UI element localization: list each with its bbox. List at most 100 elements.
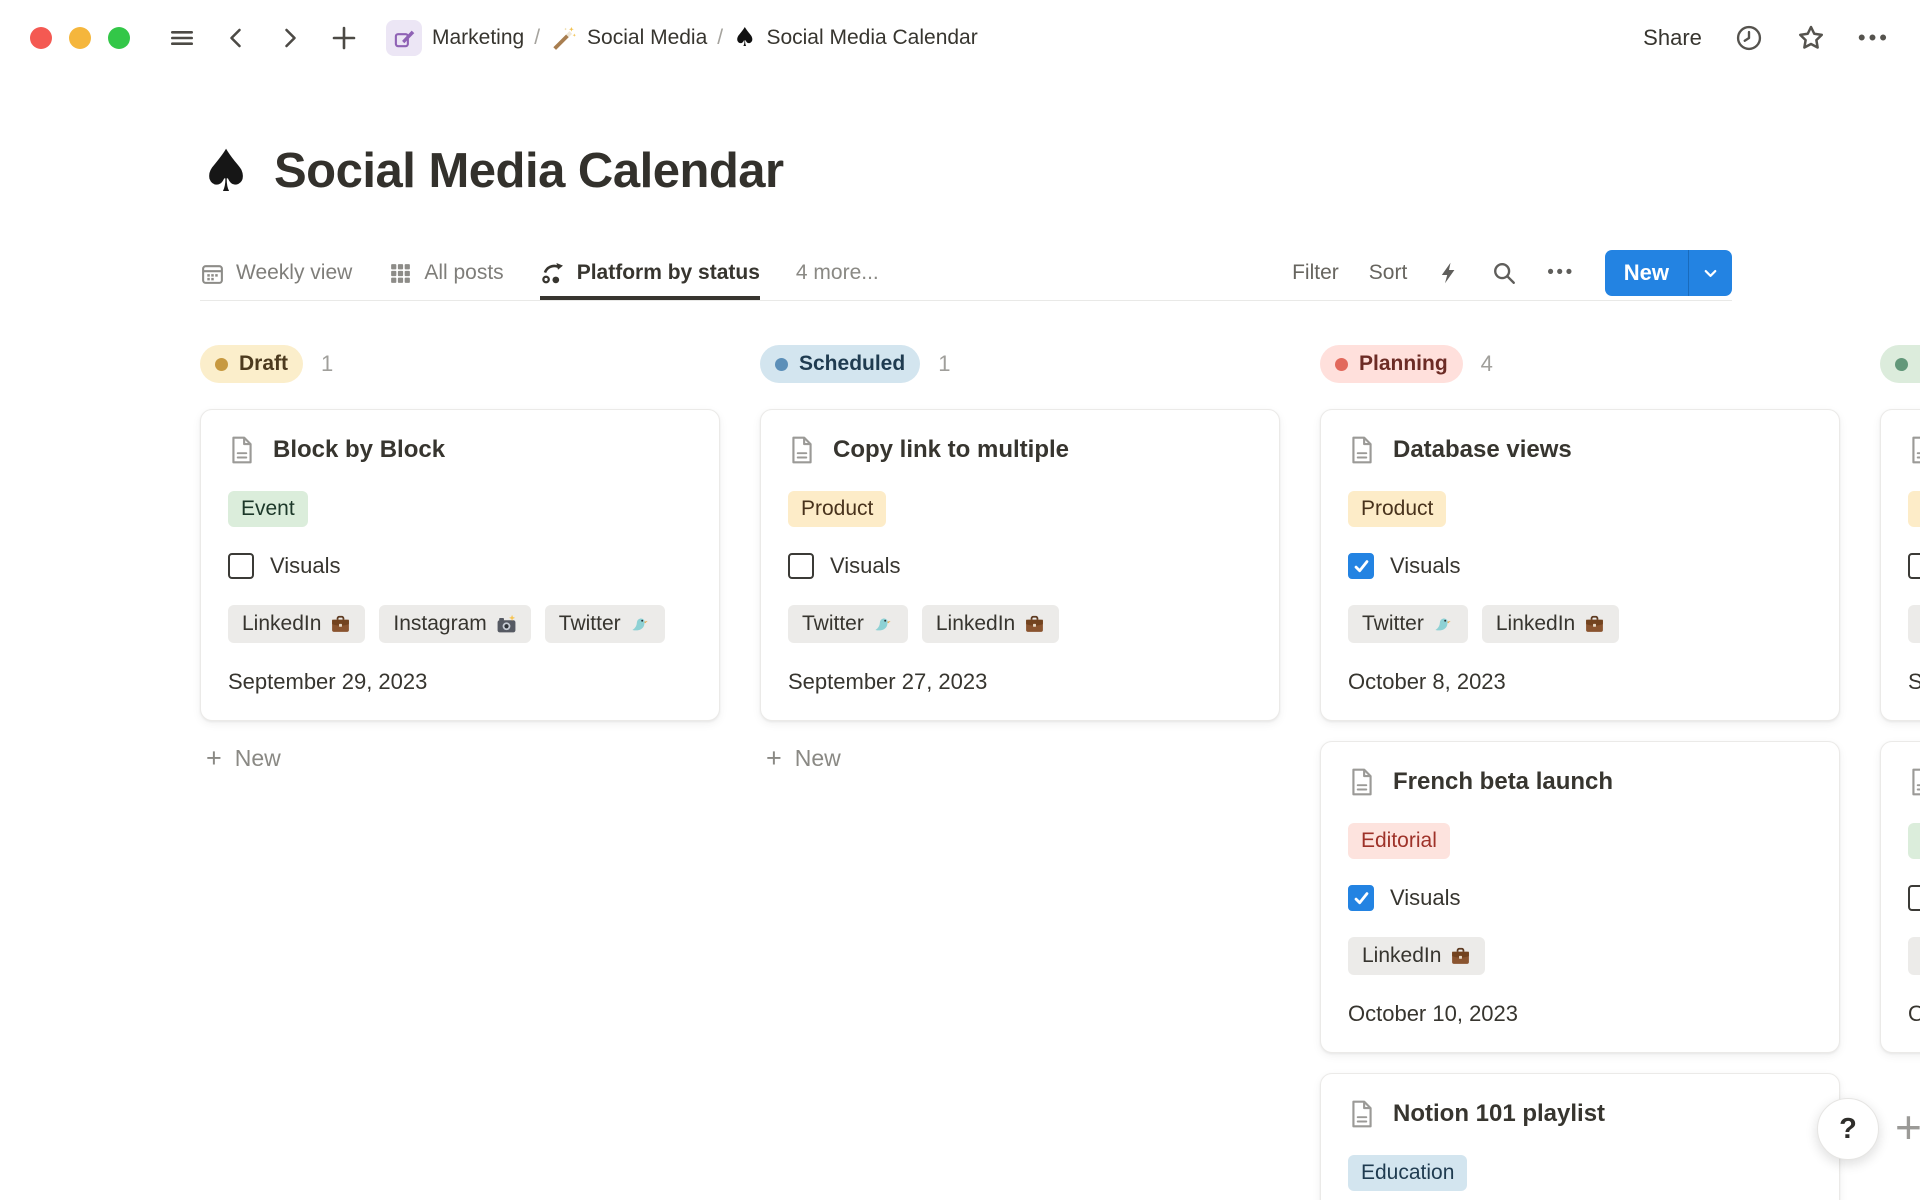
add-card-button[interactable]: + New	[760, 741, 1280, 776]
card-partial[interactable]: L O	[1880, 741, 1920, 1053]
card-date: S	[1908, 669, 1920, 695]
page-icon	[1908, 767, 1920, 797]
platform-label: Twitter	[559, 612, 621, 636]
visuals-checkbox[interactable]	[1348, 553, 1374, 579]
briefcase-icon	[1024, 614, 1045, 635]
close-button[interactable]	[30, 27, 52, 49]
page-icon	[1348, 435, 1376, 465]
tab-label: Platform by status	[577, 261, 760, 285]
history-icon[interactable]	[1734, 23, 1764, 53]
status-pill[interactable]: Draft	[200, 345, 303, 383]
status-dot	[1335, 358, 1348, 371]
more-icon[interactable]: •••	[1858, 25, 1890, 51]
visuals-checkbox[interactable]	[1348, 885, 1374, 911]
page-title[interactable]: Social Media Calendar	[274, 140, 784, 202]
tab-label: Weekly view	[236, 261, 352, 285]
back-icon[interactable]	[222, 24, 250, 52]
visuals-checkbox[interactable]	[228, 553, 254, 579]
plus-icon: +	[766, 745, 782, 772]
status-pill[interactable]: Scheduled	[760, 345, 920, 383]
card-copy-link-to-multiple[interactable]: Copy link to multiple Product Visuals Tw…	[760, 409, 1280, 721]
share-button[interactable]: Share	[1643, 25, 1702, 51]
tab-platform-by-status[interactable]: Platform by status	[540, 246, 760, 300]
forward-icon[interactable]	[276, 24, 304, 52]
new-page-icon[interactable]	[330, 24, 358, 52]
tab-all-posts[interactable]: All posts	[388, 246, 503, 300]
column-count: 1	[938, 351, 950, 377]
bird-icon	[873, 614, 894, 635]
category-tag: Product	[788, 491, 886, 527]
tab-weekly-view[interactable]: Weekly view	[200, 246, 352, 300]
platform-label: Twitter	[802, 612, 864, 636]
zoom-button[interactable]	[108, 27, 130, 49]
more-views-button[interactable]: 4 more...	[796, 246, 879, 300]
card-french-beta-launch[interactable]: French beta launch Editorial Visuals Lin…	[1320, 741, 1840, 1053]
briefcase-icon	[1584, 614, 1605, 635]
status-pill[interactable]: Planning	[1320, 345, 1463, 383]
sort-button[interactable]: Sort	[1369, 261, 1408, 285]
platform-tag: Twitter	[1348, 605, 1468, 643]
breadcrumb-separator: /	[717, 26, 723, 50]
column-partial: S L O	[1880, 345, 1920, 1073]
breadcrumb-item-social-media[interactable]: Social Media	[550, 25, 707, 52]
category-tag: Product	[1348, 491, 1446, 527]
column-count: 1	[321, 351, 333, 377]
help-button[interactable]: ?	[1817, 1098, 1879, 1160]
status-dot	[215, 358, 228, 371]
status-dot	[1895, 358, 1908, 371]
bolt-icon[interactable]	[1437, 261, 1461, 285]
paintbrush-icon	[386, 20, 422, 56]
status-pill[interactable]	[1880, 345, 1920, 383]
board: Draft 1 Block by Block Event Visuals	[200, 345, 1920, 1200]
column-header: Draft 1	[200, 345, 720, 383]
platform-label: LinkedIn	[936, 612, 1015, 636]
spade-icon: ♠	[733, 25, 756, 51]
platform-tag	[1908, 605, 1920, 643]
breadcrumb-label: Marketing	[432, 26, 524, 50]
new-button[interactable]: New	[1605, 250, 1732, 296]
search-icon[interactable]	[1491, 260, 1517, 286]
briefcase-icon	[330, 614, 351, 635]
add-card-label: New	[235, 745, 281, 772]
visuals-checkbox[interactable]	[1908, 885, 1920, 911]
column-count: 4	[1481, 351, 1493, 377]
star-icon[interactable]	[1796, 23, 1826, 53]
checkbox-label: Visuals	[830, 553, 901, 579]
card-database-views[interactable]: Database views Product Visuals Twitter L…	[1320, 409, 1840, 721]
add-card-button[interactable]: + New	[200, 741, 720, 776]
breadcrumb: Marketing / Social Media / ♠ Social Medi…	[386, 20, 978, 56]
page-header: ♠ Social Media Calendar	[200, 140, 1920, 202]
column-header: Scheduled 1	[760, 345, 1280, 383]
edge-add-button[interactable]: +	[1895, 1100, 1920, 1154]
page-icon	[228, 435, 256, 465]
view-options-icon[interactable]: •••	[1547, 262, 1574, 284]
category-tag: Education	[1348, 1155, 1467, 1191]
visuals-checkbox[interactable]	[788, 553, 814, 579]
minimize-button[interactable]	[69, 27, 91, 49]
column-draft: Draft 1 Block by Block Event Visuals	[200, 345, 720, 776]
status-label: Planning	[1359, 352, 1448, 376]
breadcrumb-item-marketing[interactable]: Marketing	[386, 20, 524, 56]
notion-window: Marketing / Social Media / ♠ Social Medi…	[0, 0, 1920, 1200]
platform-tag: L	[1908, 937, 1920, 975]
card-block-by-block[interactable]: Block by Block Event Visuals LinkedIn In…	[200, 409, 720, 721]
platform-tag: LinkedIn	[1482, 605, 1619, 643]
card-notion-101-playlist[interactable]: Notion 101 playlist Education	[1320, 1073, 1840, 1200]
page-icon	[1348, 767, 1376, 797]
plus-icon: +	[206, 745, 222, 772]
new-button-label[interactable]: New	[1605, 250, 1688, 296]
checkbox-label: Visuals	[270, 553, 341, 579]
menu-icon[interactable]	[168, 24, 196, 52]
filter-button[interactable]: Filter	[1292, 261, 1339, 285]
add-card-label: New	[795, 745, 841, 772]
category-tag: Editorial	[1348, 823, 1450, 859]
visuals-checkbox[interactable]	[1908, 553, 1920, 579]
card-partial[interactable]: S	[1880, 409, 1920, 721]
category-tag	[1908, 491, 1920, 527]
breadcrumb-item-social-media-calendar[interactable]: ♠ Social Media Calendar	[733, 25, 978, 51]
platform-label: Instagram	[393, 612, 486, 636]
bird-icon	[630, 614, 651, 635]
toolbar-actions: Filter Sort ••• New	[1292, 246, 1732, 300]
chevron-down-icon[interactable]	[1688, 250, 1732, 296]
column-planning: Planning 4 Database views Product Visual…	[1320, 345, 1840, 1200]
